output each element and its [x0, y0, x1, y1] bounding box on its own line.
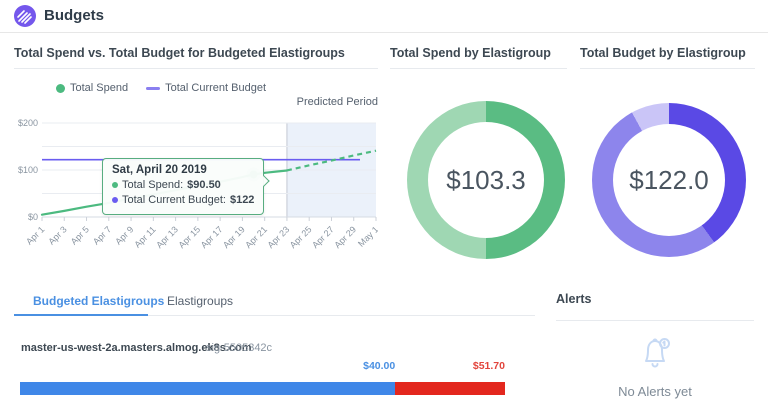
spend-vs-budget-card: Total Spend vs. Total Budget for Budgete…	[14, 46, 378, 292]
tooltip-date: Sat, April 20 2019	[112, 164, 254, 176]
svg-text:Apr 1: Apr 1	[24, 224, 46, 246]
donut-hole: $122.0	[613, 124, 725, 236]
svg-text:$0: $0	[28, 212, 38, 222]
svg-text:Apr 17: Apr 17	[199, 224, 225, 250]
svg-text:Apr 7: Apr 7	[91, 224, 113, 246]
divider	[390, 68, 567, 69]
donut-hole: $103.3	[428, 122, 544, 238]
page-title: Budgets	[44, 7, 104, 24]
svg-text:Apr 15: Apr 15	[176, 224, 202, 250]
elastigroup-sig: sig-5505342c	[206, 342, 272, 354]
total-spend-donut[interactable]: $103.3	[407, 101, 565, 259]
tooltip-budget-bullet-icon	[112, 197, 118, 203]
svg-text:Apr 19: Apr 19	[221, 224, 247, 250]
no-alerts-text: No Alerts yet	[556, 384, 754, 399]
svg-text:Apr 13: Apr 13	[154, 224, 180, 250]
legend-total-spend[interactable]: Total Spend	[56, 82, 128, 94]
total-budget-donut-title: Total Budget by Elastigroup	[580, 46, 746, 60]
tooltip-spend-bullet-icon	[112, 182, 118, 188]
budget-progress-bar	[20, 382, 505, 395]
total-budget-by-elastigroup-card: Total Budget by Elastigroup $122.0	[580, 46, 755, 292]
active-tab-indicator	[14, 314, 148, 316]
budgets-page: Budgets Total Spend vs. Total Budget for…	[0, 0, 768, 414]
tab-budgeted-elastigroups[interactable]: Budgeted Elastigroups	[33, 294, 164, 308]
predicted-period-label: Predicted Period	[297, 96, 378, 108]
svg-text:Apr 23: Apr 23	[266, 224, 292, 250]
bell-icon	[632, 330, 678, 376]
tooltip-spend-label: Total Spend:	[122, 178, 183, 193]
total-spend-by-elastigroup-card: Total Spend by Elastigroup $103.3	[390, 46, 567, 292]
svg-text:Apr 27: Apr 27	[310, 224, 336, 250]
total-spend-donut-title: Total Spend by Elastigroup	[390, 46, 551, 60]
svg-text:Apr 3: Apr 3	[46, 224, 68, 246]
spend-amount-label: $51.70	[473, 360, 505, 372]
tab-elastigroups[interactable]: Elastigroups	[167, 294, 233, 308]
divider	[580, 68, 755, 69]
svg-text:Apr 11: Apr 11	[132, 224, 157, 249]
divider	[556, 320, 754, 321]
tooltip-budget-value: $122	[230, 193, 254, 208]
app-header: Budgets	[0, 0, 768, 33]
total-budget-dash-icon	[146, 87, 160, 90]
svg-text:$100: $100	[18, 165, 38, 175]
legend-total-budget-label: Total Current Budget	[165, 82, 266, 94]
spotinst-logo-icon	[14, 5, 36, 27]
alerts-section: Alerts No Alerts yet	[556, 292, 754, 410]
total-spend-value: $103.3	[446, 165, 526, 196]
tooltip-spend-value: $90.50	[187, 178, 221, 193]
budget-bar-under	[20, 382, 395, 395]
chart-legend: Total Spend Total Current Budget	[56, 82, 266, 94]
divider	[14, 68, 378, 69]
spend-vs-budget-title: Total Spend vs. Total Budget for Budgete…	[14, 46, 345, 60]
svg-text:Apr 25: Apr 25	[288, 224, 314, 250]
tooltip-budget-label: Total Current Budget:	[122, 193, 226, 208]
svg-text:Apr 21: Apr 21	[243, 224, 269, 250]
svg-text:Apr 29: Apr 29	[332, 224, 358, 250]
total-budget-value: $122.0	[629, 165, 709, 196]
total-budget-donut[interactable]: $122.0	[592, 103, 746, 257]
chart-tooltip: Sat, April 20 2019 Total Spend: $90.50 T…	[102, 158, 264, 215]
svg-text:$200: $200	[18, 118, 38, 128]
elastigroups-section: Budgeted Elastigroups Elastigroups maste…	[14, 292, 535, 404]
legend-total-current-budget[interactable]: Total Current Budget	[146, 82, 266, 94]
budget-bar-labels: $40.00 $51.70	[20, 360, 505, 373]
svg-text:Apr 5: Apr 5	[69, 224, 91, 246]
alerts-title: Alerts	[556, 292, 591, 306]
budget-amount-label: $40.00	[363, 360, 395, 372]
svg-text:May 1: May 1	[356, 224, 378, 248]
legend-total-spend-label: Total Spend	[70, 82, 128, 94]
total-spend-dot-icon	[56, 84, 65, 93]
